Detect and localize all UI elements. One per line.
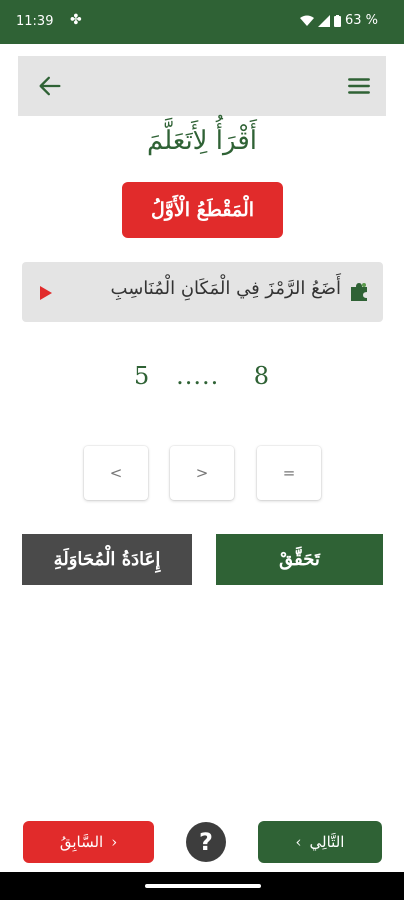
choice-less-than[interactable]: < — [84, 446, 148, 500]
puzzle-icon — [351, 283, 367, 301]
chevron-left-icon: ‹ — [295, 833, 302, 851]
chevron-right-icon: › — [111, 833, 118, 851]
help-button[interactable]: ? — [186, 822, 226, 862]
wifi-icon — [299, 15, 314, 26]
next-button[interactable]: ‹ التَّالِي — [258, 821, 382, 863]
battery-icon — [333, 14, 341, 27]
arrow-left-icon[interactable] — [36, 72, 64, 100]
status-time: 11:39 — [16, 14, 54, 29]
next-label: التَّالِي — [309, 833, 345, 851]
status-bar: 11:39 ✤ 63 % — [0, 0, 404, 44]
signal-icon — [317, 14, 330, 27]
choice-greater-than[interactable]: > — [170, 446, 234, 500]
check-button[interactable]: تَحَقَّقْ — [216, 534, 383, 585]
equation: 5 ..... 8 — [0, 362, 404, 390]
system-nav-bar — [0, 872, 404, 900]
page-title: أَقْرَأُ لِأَتَعَلَّمَ — [146, 126, 257, 156]
hamburger-menu-icon[interactable] — [346, 73, 372, 99]
previous-button[interactable]: السَّابِقُ › — [23, 821, 154, 863]
equation-blank: ..... — [176, 362, 220, 390]
retry-button[interactable]: إِعَادَةُ الْمُحَاوَلَةِ — [22, 534, 192, 585]
home-handle[interactable] — [145, 884, 261, 888]
puzzle-icon: ✤ — [70, 12, 82, 28]
app-bar — [18, 56, 386, 116]
battery-level: 63 % — [344, 13, 378, 28]
status-icons: 63 % — [299, 13, 378, 28]
play-icon[interactable] — [40, 286, 52, 300]
equation-left-number: 5 — [133, 362, 151, 390]
equation-right-number: 8 — [253, 362, 271, 390]
previous-label: السَّابِقُ — [59, 833, 104, 851]
section-button[interactable]: الْمَقْطَعُ الْأَوَّلُ — [122, 182, 283, 238]
instruction-text: أَضَعُ الرَّمْزَ فِي الْمَكَانِ الْمُنَا… — [110, 278, 341, 299]
instruction-panel: أَضَعُ الرَّمْزَ فِي الْمَكَانِ الْمُنَا… — [22, 262, 383, 322]
choice-equals[interactable]: = — [257, 446, 321, 500]
